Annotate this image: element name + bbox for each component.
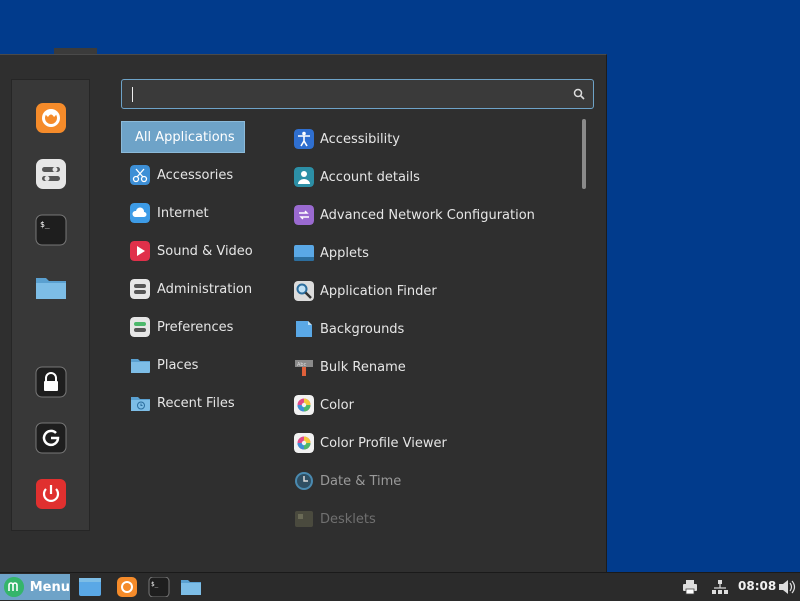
- magnifier-icon: [294, 281, 314, 301]
- scissors-icon: [130, 165, 150, 185]
- category-preferences[interactable]: Preferences: [121, 308, 281, 346]
- app-label: Color Profile Viewer: [320, 435, 447, 451]
- clock-icon: [295, 472, 313, 490]
- settings-toggle-icon: [36, 159, 66, 189]
- lock-icon: [35, 366, 67, 398]
- volume-muted-icon[interactable]: [778, 579, 800, 599]
- files-launcher[interactable]: [35, 270, 67, 302]
- clock[interactable]: 08:08: [738, 579, 776, 593]
- svg-text:$_: $_: [151, 581, 159, 588]
- app-label: Desklets: [320, 511, 376, 527]
- favorites-sidebar: $_: [11, 79, 90, 531]
- search-input[interactable]: [121, 79, 594, 109]
- color-wheel-icon: [294, 395, 314, 415]
- category-administration[interactable]: Administration: [121, 270, 281, 308]
- menu-label: Menu: [29, 579, 70, 595]
- firefox-icon[interactable]: [116, 577, 138, 597]
- firefox-icon: [36, 103, 66, 133]
- app-label: Accessibility: [320, 131, 400, 147]
- logout-button[interactable]: [35, 422, 67, 454]
- app-desklets[interactable]: Desklets: [288, 500, 578, 538]
- app-bulk-rename[interactable]: Abc Bulk Rename: [288, 348, 578, 386]
- applets-icon: [294, 245, 314, 261]
- terminal-icon: $_: [35, 214, 67, 246]
- category-list: All Applications Accessories Internet So…: [121, 121, 281, 422]
- app-label: Bulk Rename: [320, 359, 406, 375]
- app-accessibility[interactable]: Accessibility: [288, 120, 578, 158]
- category-all-applications[interactable]: All Applications: [121, 121, 245, 153]
- settings-launcher[interactable]: [35, 158, 67, 190]
- cloud-icon: [130, 203, 150, 223]
- category-label: Recent Files: [157, 395, 235, 411]
- shutdown-button[interactable]: [35, 478, 67, 510]
- app-advanced-network-configuration[interactable]: Advanced Network Configuration: [288, 196, 578, 234]
- taskbar: Menu $_ 08:08: [0, 572, 800, 601]
- category-sound-video[interactable]: Sound & Video: [121, 232, 281, 270]
- color-wheel-icon: [294, 433, 314, 453]
- switch-icon: [130, 317, 150, 337]
- app-color-profile-viewer[interactable]: Color Profile Viewer: [288, 424, 578, 462]
- category-label: Sound & Video: [157, 243, 253, 259]
- app-label: Date & Time: [320, 473, 402, 489]
- terminal-launcher[interactable]: $_: [35, 214, 67, 246]
- play-icon: [130, 241, 150, 261]
- network-wired-icon[interactable]: [712, 579, 734, 599]
- app-color[interactable]: Color: [288, 386, 578, 424]
- svg-text:$_: $_: [40, 220, 50, 229]
- app-label: Backgrounds: [320, 321, 405, 337]
- logout-icon: [35, 422, 67, 454]
- app-list-scrollbar[interactable]: [582, 119, 586, 189]
- rename-icon: Abc: [295, 360, 313, 376]
- category-label: All Applications: [135, 129, 235, 145]
- show-desktop-icon[interactable]: [79, 577, 101, 597]
- toggle-icon: [130, 279, 150, 299]
- network-icon: [294, 205, 314, 225]
- terminal-icon[interactable]: $_: [148, 577, 170, 597]
- app-label: Color: [320, 397, 354, 413]
- firefox-launcher[interactable]: [35, 102, 67, 134]
- app-application-finder[interactable]: Application Finder: [288, 272, 578, 310]
- app-label: Advanced Network Configuration: [320, 207, 535, 223]
- app-label: Applets: [320, 245, 369, 261]
- category-label: Administration: [157, 281, 253, 297]
- category-recent-files[interactable]: Recent Files: [121, 384, 281, 422]
- desklets-icon: [295, 511, 313, 527]
- category-label: Accessories: [157, 167, 234, 183]
- category-label: Places: [157, 357, 199, 373]
- app-label: Application Finder: [320, 283, 437, 299]
- recent-folder-icon: [131, 397, 150, 411]
- power-icon: [36, 479, 66, 509]
- backgrounds-icon: [296, 321, 312, 337]
- category-accessories[interactable]: Accessories: [121, 156, 281, 194]
- search-icon[interactable]: [573, 88, 585, 100]
- app-account-details[interactable]: Account details: [288, 158, 578, 196]
- text-caret: [132, 87, 133, 102]
- lock-screen-button[interactable]: [35, 366, 67, 398]
- app-label: Account details: [320, 169, 420, 185]
- printer-icon[interactable]: [682, 579, 704, 599]
- app-date-time[interactable]: Date & Time: [288, 462, 578, 500]
- category-label: Internet: [157, 205, 209, 221]
- app-backgrounds[interactable]: Backgrounds: [288, 310, 578, 348]
- application-list: Accessibility Account details Advanced N…: [288, 120, 578, 538]
- accessibility-icon: [294, 129, 314, 149]
- user-icon: [294, 167, 314, 187]
- folder-icon: [131, 359, 150, 373]
- menu-button[interactable]: Menu: [0, 574, 70, 600]
- category-internet[interactable]: Internet: [121, 194, 281, 232]
- category-places[interactable]: Places: [121, 346, 281, 384]
- app-applets[interactable]: Applets: [288, 234, 578, 272]
- folder-icon[interactable]: [180, 577, 202, 597]
- mint-logo-icon: [4, 577, 24, 597]
- category-label: Preferences: [157, 319, 234, 335]
- application-menu: $_ All Applications Accessories Internet…: [0, 54, 607, 573]
- folder-icon: [36, 278, 66, 299]
